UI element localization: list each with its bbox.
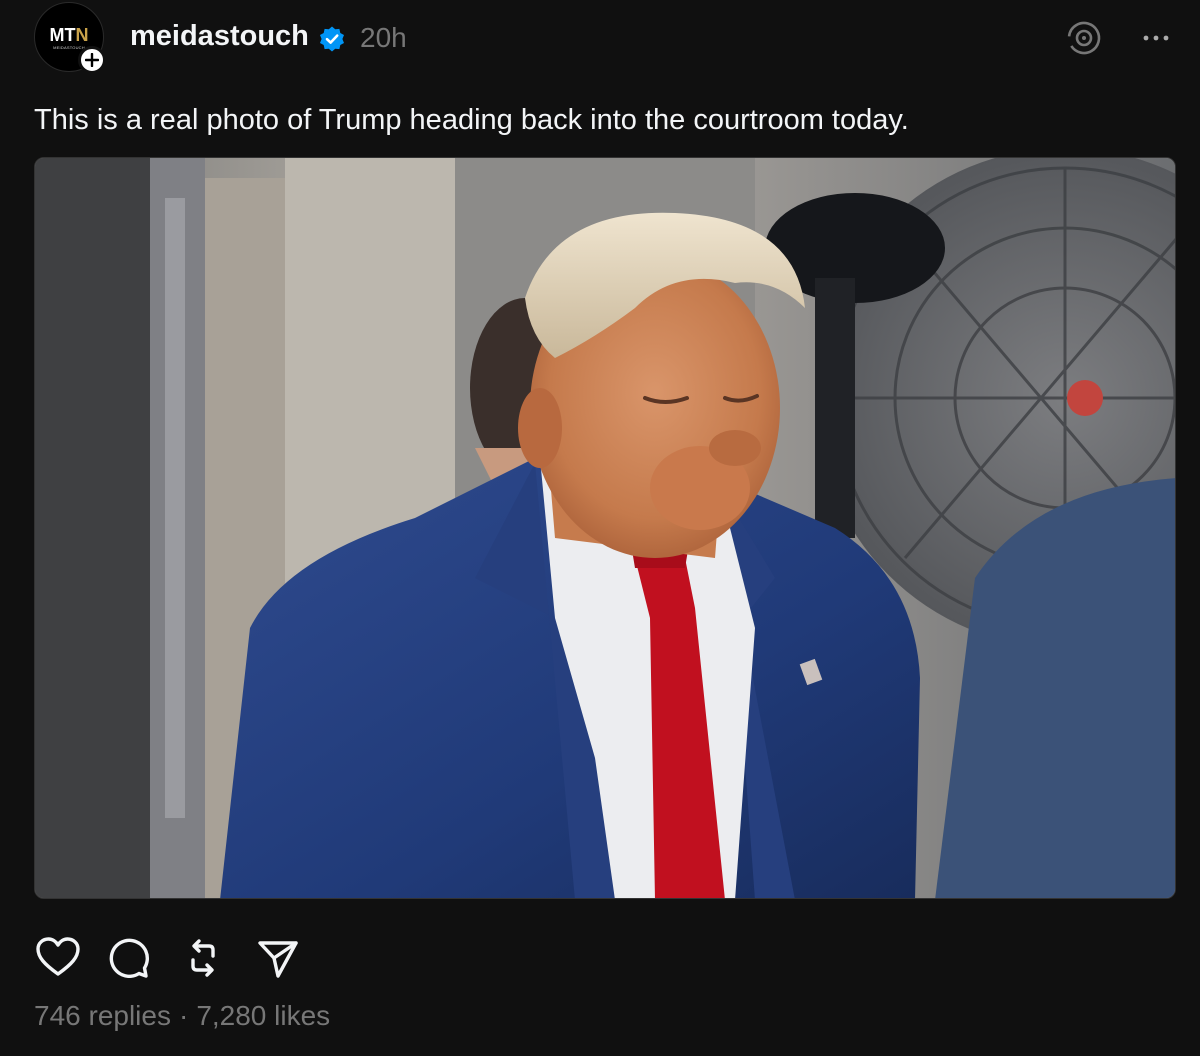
heart-icon[interactable] bbox=[34, 934, 82, 982]
post-caption: This is a real photo of Trump heading ba… bbox=[34, 104, 909, 136]
avatar-logo: MTN bbox=[49, 25, 89, 45]
comment-icon[interactable] bbox=[104, 934, 152, 982]
repost-icon[interactable] bbox=[179, 934, 227, 982]
send-icon[interactable] bbox=[254, 934, 302, 982]
post-photo-illustration bbox=[35, 158, 1175, 898]
more-options-icon[interactable] bbox=[1138, 20, 1174, 56]
avatar-container[interactable]: MTN MEIDASTOUCH bbox=[34, 2, 106, 74]
stats-separator: · bbox=[178, 1000, 189, 1031]
post-stats: 746 replies · 7,280 likes bbox=[34, 1000, 330, 1032]
post-photo[interactable] bbox=[34, 157, 1176, 899]
avatar-logo-subtext: MEIDASTOUCH bbox=[53, 45, 85, 50]
activity-icon[interactable] bbox=[1062, 16, 1106, 60]
thread-post: MTN MEIDASTOUCH meidastouch 20h This is … bbox=[0, 0, 1200, 1056]
plus-icon bbox=[85, 53, 99, 67]
replies-count[interactable]: 746 replies bbox=[34, 1000, 171, 1031]
follow-plus-button[interactable] bbox=[78, 46, 106, 74]
verified-badge-icon bbox=[320, 26, 344, 52]
likes-count[interactable]: 7,280 likes bbox=[196, 1000, 330, 1031]
username[interactable]: meidastouch bbox=[130, 20, 309, 53]
post-timestamp: 20h bbox=[360, 22, 407, 53]
